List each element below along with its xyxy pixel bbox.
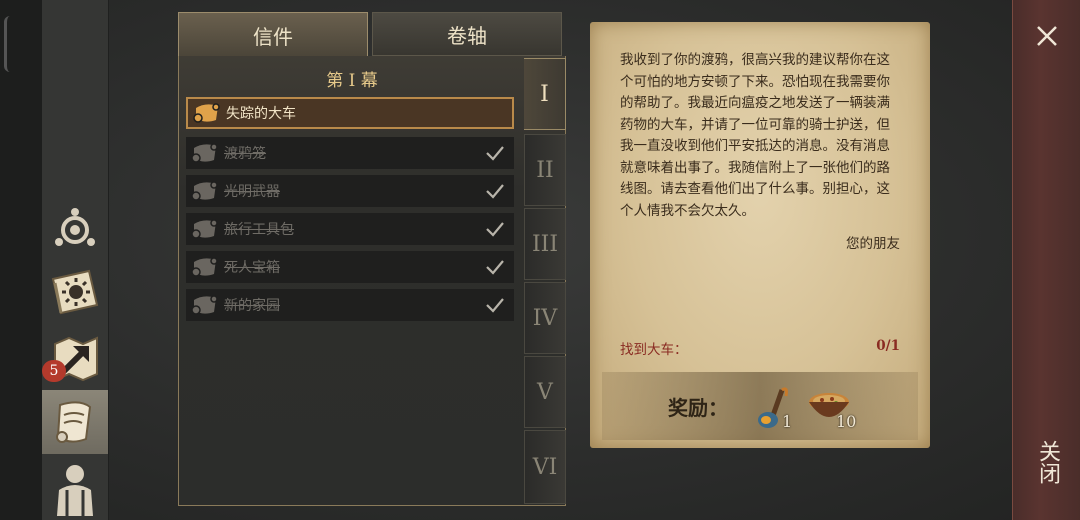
checkmark-icon <box>486 298 504 313</box>
objective-label: 找到大车： <box>620 342 688 358</box>
reward-count: 1 <box>782 412 793 431</box>
scroll-icon <box>191 143 218 163</box>
act-tab[interactable]: II <box>524 134 566 206</box>
scroll-icon <box>191 295 218 315</box>
checkmark-icon <box>486 260 504 275</box>
quest-row[interactable]: 渡鸦笼 <box>186 137 514 169</box>
game-screen: 5 信件 卷轴 第 I 幕 失踪的大车 渡鸦笼 光明武器 旅行工具包 死人宝箱 新的家园 … <box>0 0 1080 520</box>
quest-row[interactable]: 光明武器 <box>186 175 514 207</box>
quest-label: 光明武器 <box>224 184 280 200</box>
letter-body: 我收到了你的渡鸦，很高兴我的建议帮你在这个可怕的地方安顿了下来。恐怕现在我需要你… <box>620 52 890 219</box>
close-panel[interactable]: 关闭 <box>1012 0 1080 520</box>
quest-row[interactable]: 新的家园 <box>186 289 514 321</box>
objective-progress: 0/1 <box>876 338 900 354</box>
notification-badge: 5 <box>42 360 66 382</box>
quest-row[interactable]: 死人宝箱 <box>186 251 514 283</box>
act-tab[interactable]: IV <box>524 282 566 354</box>
scroll-icon <box>191 181 218 201</box>
reward-label: 奖励： <box>668 396 728 420</box>
quest-row[interactable]: 旅行工具包 <box>186 213 514 245</box>
quest-label: 旅行工具包 <box>224 222 294 238</box>
screen-edge <box>0 0 42 520</box>
quest-label: 失踪的大车 <box>226 106 296 122</box>
quest-row[interactable]: 失踪的大车 <box>186 97 514 129</box>
reward-bar: 奖励： 1 10 <box>602 372 918 440</box>
quest-label: 死人宝箱 <box>224 260 280 276</box>
map-button[interactable]: 5 <box>42 326 108 390</box>
letter-signature: 您的朋友 <box>846 236 900 252</box>
quests-button[interactable] <box>42 390 108 454</box>
checkmark-icon <box>486 184 504 199</box>
recipe-book-button[interactable] <box>42 260 108 324</box>
sun-book-icon <box>51 269 99 315</box>
character-button[interactable] <box>42 456 108 520</box>
checkmark-icon <box>486 146 504 161</box>
reward-count: 10 <box>836 412 857 431</box>
character-icon <box>57 465 93 516</box>
quest-label: 渡鸦笼 <box>224 146 266 162</box>
side-menu: 5 <box>42 0 109 520</box>
quest-label: 新的家园 <box>224 298 280 314</box>
act-tab[interactable]: III <box>524 208 566 280</box>
close-label[interactable]: 关闭 <box>1031 440 1063 484</box>
skills-button[interactable] <box>42 196 108 260</box>
scroll-icon <box>56 401 92 443</box>
act-tab[interactable]: V <box>524 356 566 428</box>
letter-parchment: 我收到了你的渡鸦，很高兴我的建议帮你在这个可怕的地方安顿了下来。恐怕现在我需要你… <box>590 22 930 448</box>
tab-letters[interactable]: 信件 <box>178 12 368 58</box>
tab-scrolls[interactable]: 卷轴 <box>372 12 562 56</box>
compass-emblem-icon <box>55 208 95 246</box>
scroll-icon <box>191 257 218 277</box>
act-tab[interactable]: I <box>524 58 566 130</box>
checkmark-icon <box>486 222 504 237</box>
act-tab[interactable]: VI <box>524 430 566 504</box>
act-title: 第 I 幕 <box>326 71 378 91</box>
reward-item[interactable]: 1 <box>752 384 802 434</box>
close-icon[interactable] <box>1031 20 1063 52</box>
reward-item[interactable]: 10 <box>806 384 856 434</box>
scroll-icon <box>193 103 220 123</box>
scroll-icon <box>191 219 218 239</box>
